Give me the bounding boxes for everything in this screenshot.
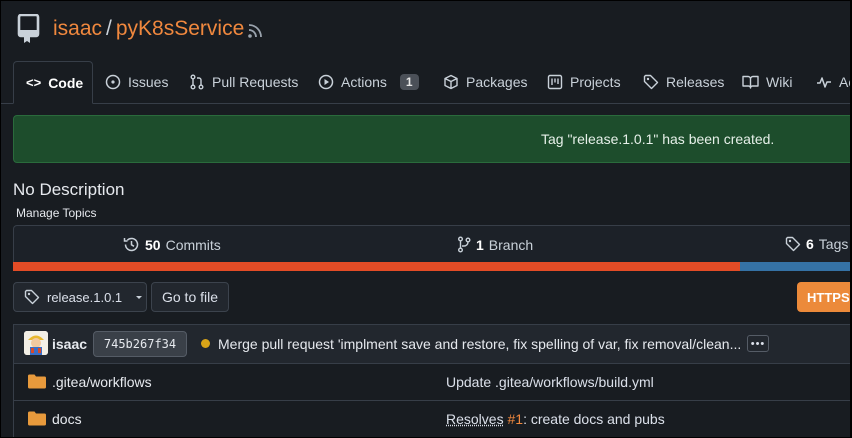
tab-packages-label: Packages (466, 74, 528, 90)
tab-releases[interactable]: Releases (643, 61, 724, 103)
branch-count: 1 (476, 236, 484, 253)
tab-wiki[interactable]: Wiki (742, 61, 792, 103)
tag-icon (643, 74, 659, 90)
book-icon (742, 75, 759, 89)
go-to-file-button[interactable]: Go to file (151, 282, 229, 312)
language-bar-segment[interactable] (739, 262, 850, 271)
issue-icon (105, 74, 121, 90)
commit-link[interactable]: Resolves (446, 411, 504, 427)
repo-tabs: <> Code Issues Pull Requests Actions 1 P… (1, 61, 850, 104)
issue-link[interactable]: #1 (507, 411, 523, 427)
commit-message[interactable]: Merge pull request 'implment save and re… (218, 336, 741, 352)
branches-link[interactable]: 1 Branch (457, 236, 533, 253)
tab-issues[interactable]: Issues (105, 61, 168, 103)
commit-author[interactable]: isaac (52, 336, 87, 352)
tab-actions-label: Actions (341, 74, 387, 90)
actions-count-badge: 1 (399, 74, 419, 90)
language-bar-segment[interactable] (13, 262, 740, 271)
chevron-down-icon (136, 296, 143, 299)
file-row[interactable]: docs Resolves #1: create docs and pubs (13, 401, 850, 437)
repo-title: isaac / pyK8sService (53, 17, 244, 41)
tab-projects-label: Projects (570, 74, 621, 90)
file-name[interactable]: docs (52, 411, 82, 427)
manage-topics-link[interactable]: Manage Topics (16, 206, 97, 220)
repo-icon (17, 14, 40, 43)
file-dir: .gitea (52, 374, 87, 390)
tab-code-label: Code (48, 74, 84, 91)
repo-owner-link[interactable]: isaac (53, 17, 102, 40)
commits-count: 50 (145, 236, 161, 253)
commits-link[interactable]: 50 Commits (123, 236, 221, 253)
folder-icon (28, 374, 46, 389)
tab-activity-label: Ac (839, 74, 850, 90)
tab-issues-label: Issues (128, 74, 169, 90)
file-commit-message: Resolves #1: create docs and pubs (446, 411, 665, 427)
tab-activity[interactable]: Ac (816, 61, 850, 103)
history-icon (123, 237, 139, 252)
tags-label: Tags (818, 236, 849, 252)
package-icon (444, 74, 458, 90)
flash-message: Tag "release.1.0.1" has been created. (541, 131, 775, 147)
repo-description: No Description (13, 180, 125, 199)
branch-selector[interactable]: release.1.0.1 (13, 282, 147, 312)
folder-icon (28, 411, 46, 426)
file-row[interactable]: .gitea/workflows Update .gitea/workflows… (13, 364, 850, 401)
tags-count: 6 (806, 236, 814, 252)
flash-success: Tag "release.1.0.1" has been created. (13, 115, 850, 163)
play-icon (318, 74, 334, 90)
file-subdir: /workflows (86, 374, 152, 390)
tab-wiki-label: Wiki (766, 74, 793, 90)
avatar[interactable] (24, 331, 48, 355)
latest-commit-bar: isaac 745b267f34 Merge pull request 'imp… (13, 324, 850, 364)
tab-releases-label: Releases (666, 74, 725, 90)
project-icon (547, 74, 563, 90)
tab-projects[interactable]: Projects (547, 61, 621, 103)
branch-icon (458, 236, 471, 253)
tags-link[interactable]: 6 Tags (785, 236, 848, 252)
tag-icon (24, 289, 40, 305)
rss-icon[interactable] (246, 22, 264, 40)
file-name[interactable]: .gitea/workflows (52, 374, 152, 390)
commit-status-dot[interactable] (201, 339, 210, 348)
file-commit-message[interactable]: Update .gitea/workflows/build.yml (446, 374, 654, 390)
tag-icon (785, 236, 801, 252)
commit-message-rest: : create docs and pubs (523, 411, 665, 427)
repo-separator: / (106, 17, 112, 40)
tab-actions[interactable]: Actions 1 (318, 61, 419, 103)
branch-selector-value: release.1.0.1 (47, 289, 123, 305)
pulse-icon (817, 77, 831, 88)
pull-request-icon (190, 74, 204, 90)
repo-page: isaac / pyK8sService <> Code Issues Pull R… (1, 1, 850, 437)
tab-pull-requests[interactable]: Pull Requests (189, 61, 298, 103)
clone-https-button[interactable]: HTTPS (797, 282, 850, 312)
tab-code[interactable]: <> Code (13, 61, 93, 104)
tab-pull-requests-label: Pull Requests (212, 74, 299, 90)
language-bar[interactable] (13, 262, 850, 271)
tab-packages[interactable]: Packages (443, 61, 527, 103)
code-icon: <> (26, 75, 42, 90)
branch-label: Branch (488, 236, 534, 253)
repo-name-link[interactable]: pyK8sService (116, 17, 244, 40)
ellipsis-icon: ••• (750, 337, 766, 350)
commit-sha-button[interactable]: 745b267f34 (93, 331, 187, 357)
commit-expand-button[interactable]: ••• (747, 335, 769, 352)
commits-label: Commits (165, 236, 221, 253)
